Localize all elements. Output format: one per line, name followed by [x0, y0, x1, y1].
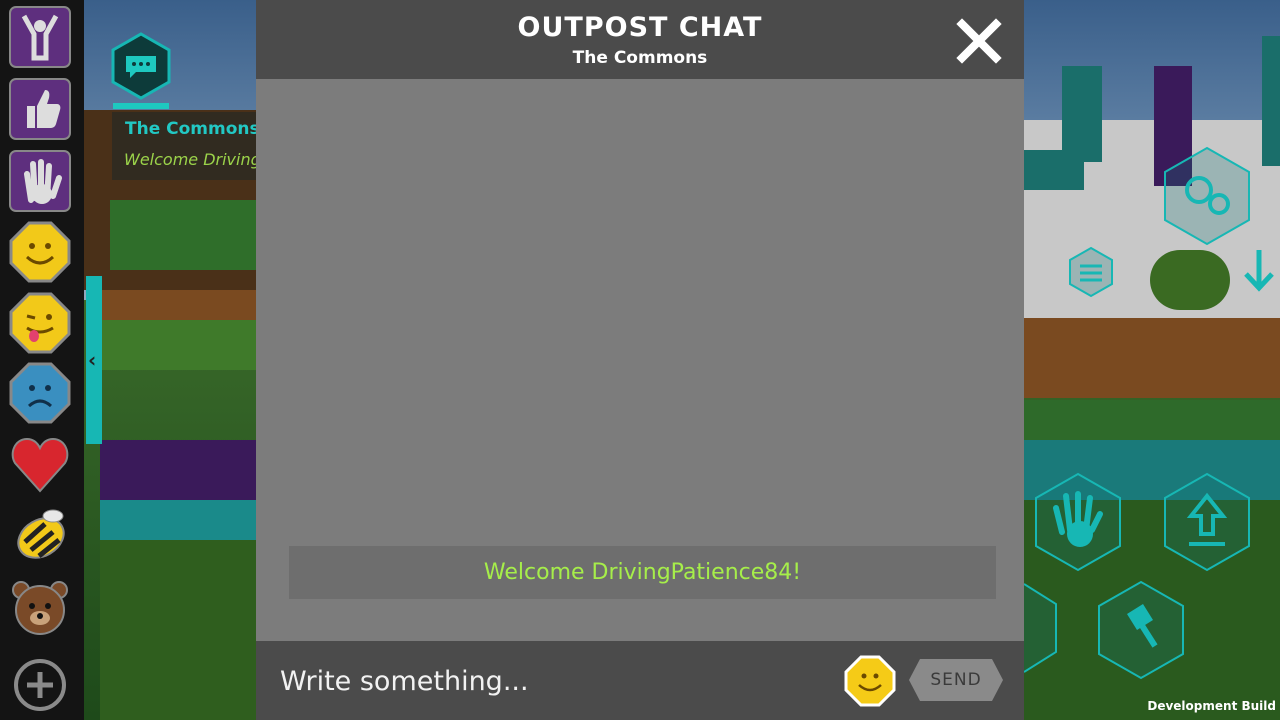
modal-title: OUTPOST CHAT — [517, 12, 763, 43]
chevron-left-icon: ‹ — [88, 348, 97, 372]
close-icon — [956, 18, 1002, 64]
close-button[interactable] — [956, 18, 1002, 64]
message-list[interactable]: Welcome DrivingPatience84! — [256, 79, 1024, 641]
tongue-out-icon[interactable] — [9, 292, 71, 354]
heart-icon[interactable] — [9, 433, 71, 495]
build-stack-icon[interactable] — [1068, 246, 1114, 306]
terrain-block — [1262, 36, 1280, 166]
sad-icon[interactable] — [9, 362, 71, 424]
outpost-chat-modal: OUTPOST CHAT The Commons Welcome Driving… — [256, 0, 1024, 720]
hammer-icon[interactable] — [1097, 580, 1185, 680]
terrain-block — [100, 500, 256, 540]
add-icon[interactable] — [9, 654, 71, 716]
thumbs-up-icon[interactable] — [9, 78, 71, 140]
smile-icon[interactable] — [9, 221, 71, 283]
chat-active-indicator — [113, 103, 169, 109]
download-arrow-icon[interactable] — [1238, 246, 1280, 306]
terrain-block — [110, 200, 256, 270]
mini-chat-message: Welcome DrivingPatience84! — [124, 150, 256, 169]
send-button[interactable]: SEND — [908, 658, 1004, 702]
build-label: Development Build — [1147, 699, 1276, 713]
terrain-block — [100, 320, 256, 370]
bee-icon[interactable] — [9, 504, 71, 566]
mini-chat-title: The Commons — [125, 119, 260, 139]
wave-hand-icon[interactable] — [9, 150, 71, 212]
grab-hand-icon[interactable] — [1034, 472, 1122, 572]
chat-message-text: Welcome DrivingPatience84! — [483, 560, 802, 585]
emoji-picker-button[interactable] — [844, 655, 896, 707]
modal-header: OUTPOST CHAT The Commons — [256, 0, 1024, 79]
terrain-block — [1024, 400, 1280, 440]
chat-bubble-icon[interactable] — [110, 32, 172, 100]
terrain-block — [1024, 318, 1280, 398]
bear-icon[interactable] — [9, 576, 71, 638]
chat-input[interactable] — [272, 659, 848, 703]
terrain-block — [1024, 150, 1084, 190]
emote-sidebar — [0, 0, 84, 720]
chat-input-bar: SEND — [256, 641, 1024, 720]
cheer-icon[interactable] — [9, 6, 71, 68]
jump-arrow-icon[interactable] — [1163, 472, 1251, 572]
partial-action-icon[interactable] — [1024, 582, 1058, 674]
chat-message: Welcome DrivingPatience84! — [289, 546, 996, 599]
settings-gears-icon[interactable] — [1163, 146, 1251, 246]
send-label: SEND — [930, 670, 982, 690]
modal-subtitle: The Commons — [572, 48, 708, 68]
terrain-block — [100, 540, 256, 720]
smile-icon — [844, 655, 896, 707]
tree — [1150, 250, 1230, 310]
terrain-block — [1062, 66, 1102, 162]
terrain-block — [100, 440, 256, 500]
